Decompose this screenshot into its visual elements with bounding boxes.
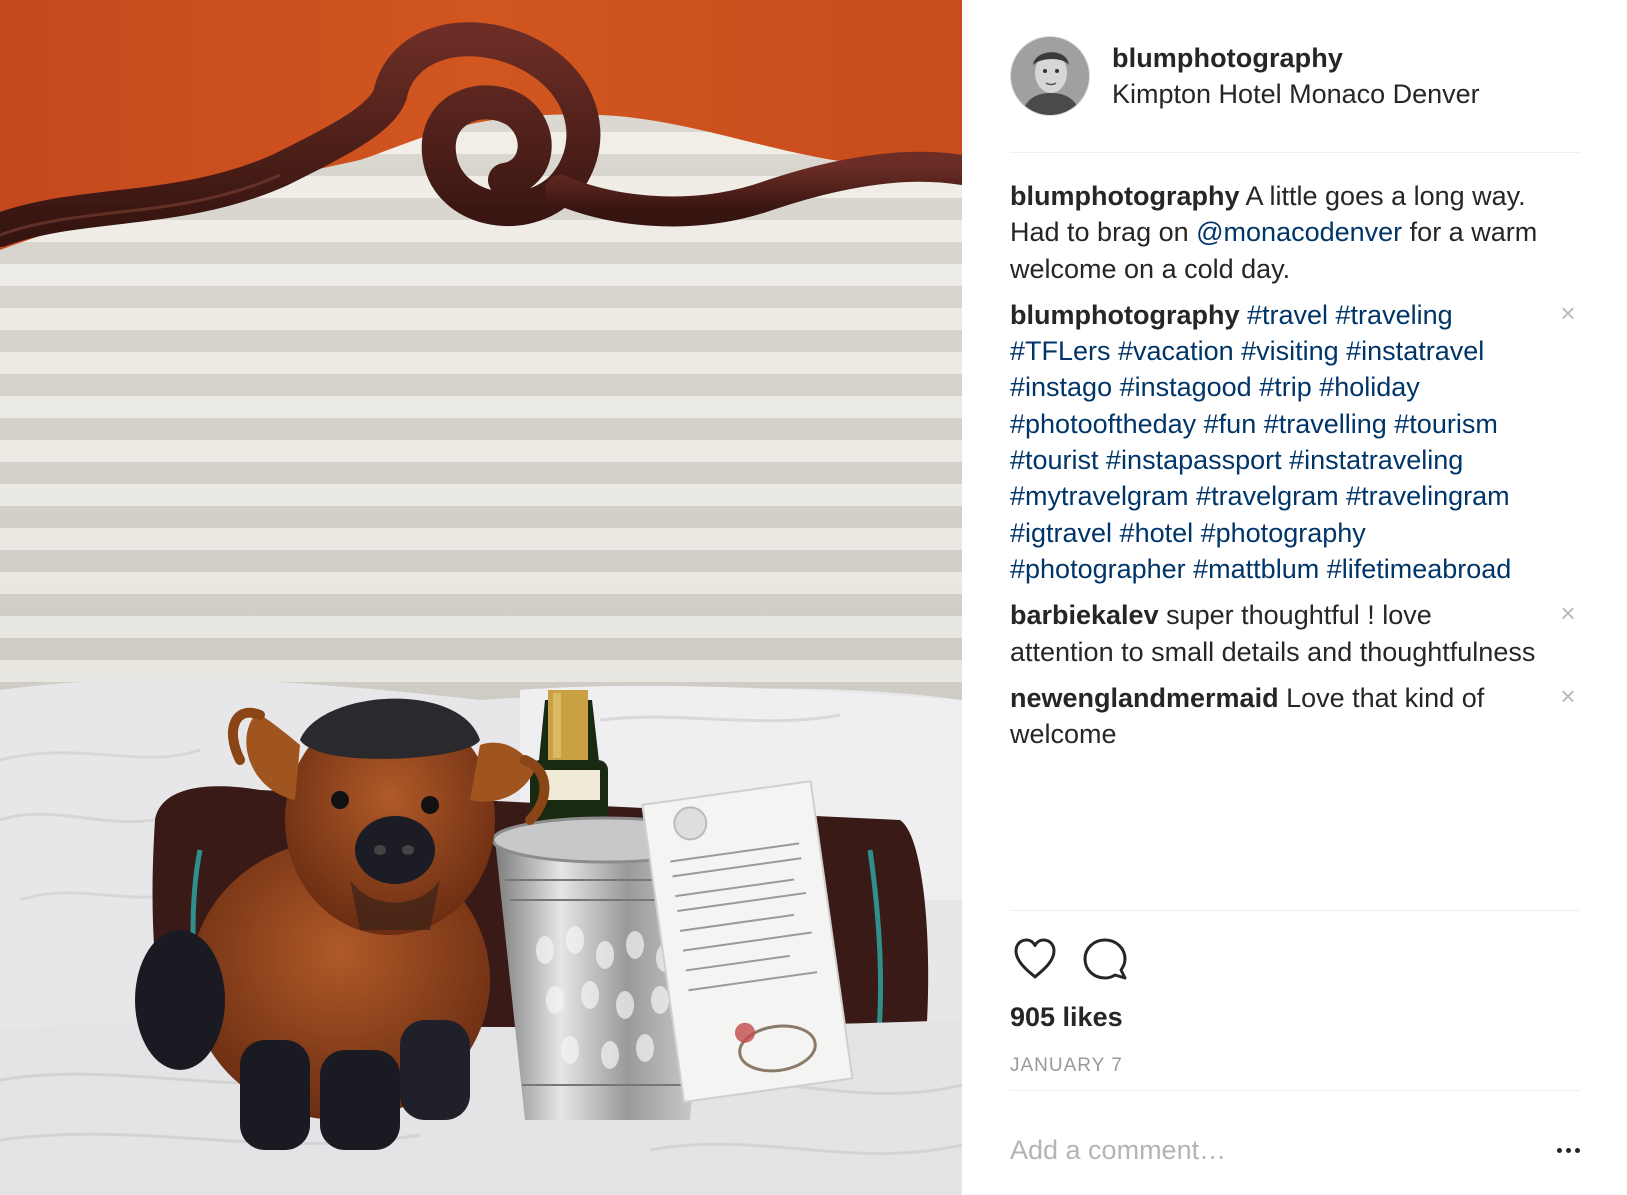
header-divider (1010, 152, 1580, 153)
add-comment-bar (1010, 1130, 1580, 1170)
post-location[interactable]: Kimpton Hotel Monaco Denver (1112, 77, 1480, 111)
hashtag-links[interactable]: #travel #traveling #TFLers #vacation #vi… (1010, 300, 1511, 584)
like-button[interactable] (1010, 934, 1060, 984)
remove-comment-icon[interactable]: × (1556, 600, 1580, 626)
comment-item: blumphotography #travel #traveling #TFLe… (1010, 297, 1580, 587)
dot (1557, 1147, 1562, 1153)
comment-author[interactable]: blumphotography (1010, 300, 1239, 330)
more-options-icon[interactable] (1544, 1135, 1580, 1165)
heart-icon (1014, 938, 1056, 979)
comment-item: newenglandmermaid Love that kind of welc… (1010, 680, 1580, 753)
caption: blumphotography A little goes a long way… (1010, 178, 1580, 287)
dot (1575, 1147, 1580, 1153)
comment-button[interactable] (1080, 934, 1130, 984)
dot (1566, 1147, 1571, 1153)
comments-list: blumphotography A little goes a long way… (1010, 178, 1580, 762)
post-detail-panel: blumphotography Kimpton Hotel Monaco Den… (962, 0, 1627, 1195)
post-actions (1010, 934, 1150, 984)
remove-comment-icon[interactable]: × (1556, 300, 1580, 326)
post-username[interactable]: blumphotography (1112, 41, 1480, 75)
mention-link[interactable]: @monacodenver (1196, 217, 1402, 247)
comment-input[interactable] (1010, 1134, 1544, 1166)
like-count[interactable]: 905 likes (1010, 1002, 1123, 1033)
remove-comment-icon[interactable]: × (1556, 683, 1580, 709)
comment-divider (1010, 1090, 1580, 1091)
post-photo[interactable] (0, 0, 962, 1195)
profile-photo-icon (1011, 37, 1089, 115)
comment-author[interactable]: barbiekalev (1010, 600, 1159, 630)
hotel-bed-illustration (0, 0, 962, 1195)
actions-divider (1010, 910, 1580, 911)
comment-author[interactable]: blumphotography (1010, 181, 1239, 211)
comment-author[interactable]: newenglandmermaid (1010, 683, 1279, 713)
comment-bubble-icon (1083, 938, 1127, 980)
comment-item: barbiekalev super thoughtful ! love atte… (1010, 597, 1580, 670)
post-date[interactable]: JANUARY 7 (1010, 1055, 1123, 1077)
post-header: blumphotography Kimpton Hotel Monaco Den… (1010, 36, 1580, 116)
avatar[interactable] (1010, 36, 1090, 116)
